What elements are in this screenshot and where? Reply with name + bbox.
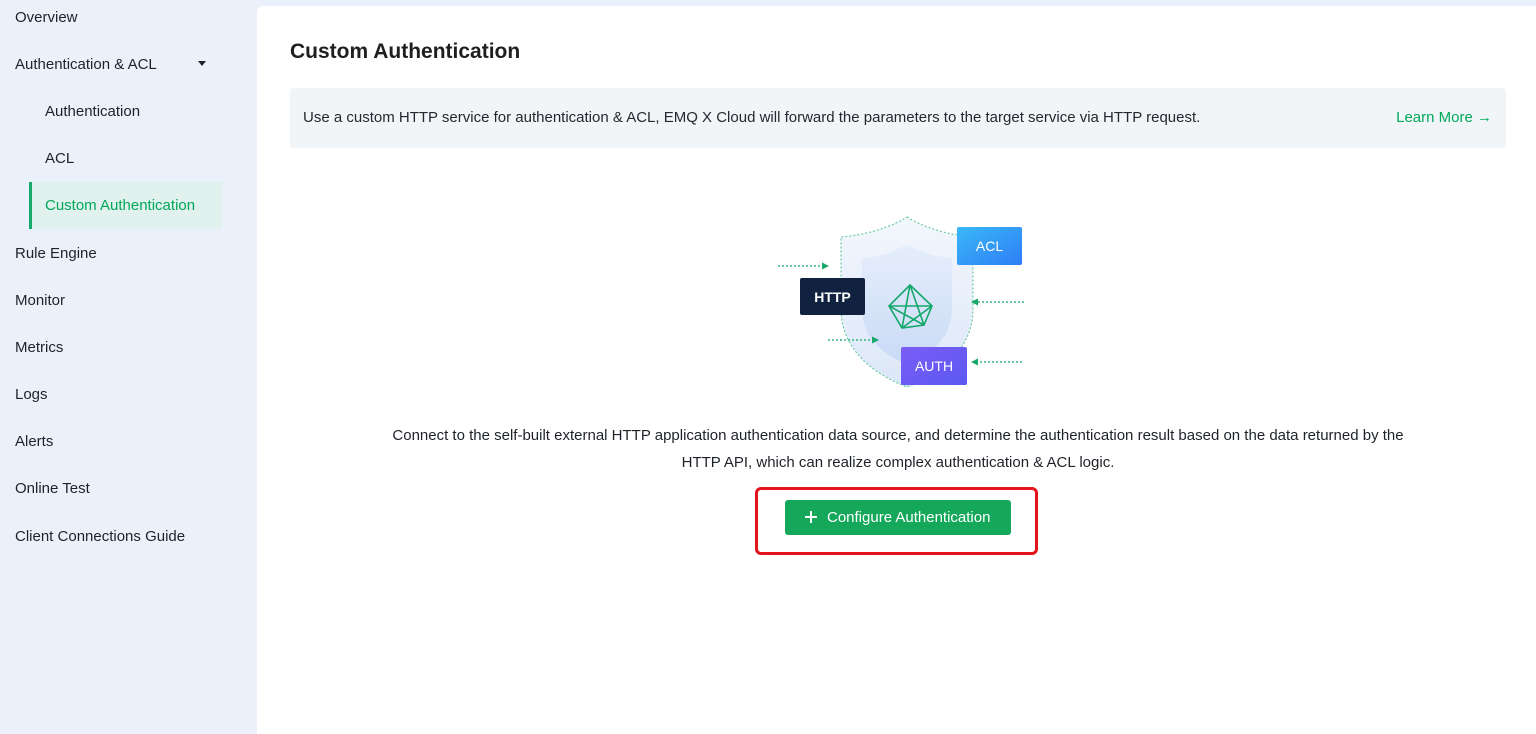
sidebar-item-label: Custom Authentication bbox=[45, 197, 196, 214]
page-title: Custom Authentication bbox=[290, 40, 521, 63]
sidebar-group-authentication-acl[interactable]: Authentication & ACL bbox=[0, 50, 222, 80]
sidebar-item-online-test[interactable]: Online Test bbox=[15, 480, 90, 497]
learn-more-link[interactable]: Learn More → bbox=[1396, 109, 1492, 126]
plus-icon bbox=[804, 510, 818, 524]
sidebar-item-authentication[interactable]: Authentication bbox=[45, 103, 140, 120]
sidebar-item-logs[interactable]: Logs bbox=[15, 386, 48, 403]
sidebar-item-client-connections-guide[interactable]: Client Connections Guide bbox=[15, 528, 185, 545]
sidebar-item-acl[interactable]: ACL bbox=[45, 150, 74, 167]
sidebar-item-overview[interactable]: Overview bbox=[15, 9, 78, 26]
info-banner: Use a custom HTTP service for authentica… bbox=[290, 88, 1506, 148]
sidebar-item-monitor[interactable]: Monitor bbox=[15, 292, 65, 309]
auth-label: AUTH bbox=[915, 358, 953, 374]
sidebar-item-metrics[interactable]: Metrics bbox=[15, 339, 63, 356]
sidebar-item-custom-authentication[interactable]: Custom Authentication bbox=[29, 182, 222, 229]
sidebar-item-alerts[interactable]: Alerts bbox=[15, 433, 53, 450]
main-content: Custom Authentication Use a custom HTTP … bbox=[257, 6, 1536, 734]
caret-down-icon bbox=[198, 61, 206, 66]
description-text: Connect to the self-built external HTTP … bbox=[392, 427, 1404, 471]
custom-auth-illustration: HTTP ACL AUTH bbox=[778, 216, 1024, 388]
http-label: HTTP bbox=[814, 289, 851, 305]
configure-authentication-label: Configure Authentication bbox=[827, 509, 991, 526]
info-text: Use a custom HTTP service for authentica… bbox=[303, 109, 1201, 126]
configure-authentication-button[interactable]: Configure Authentication bbox=[785, 500, 1011, 535]
sidebar: Overview Authentication & ACL Authentica… bbox=[0, 0, 256, 734]
sidebar-item-rule-engine[interactable]: Rule Engine bbox=[15, 245, 97, 262]
sidebar-group-label: Authentication & ACL bbox=[15, 56, 157, 73]
acl-label: ACL bbox=[976, 238, 1003, 254]
